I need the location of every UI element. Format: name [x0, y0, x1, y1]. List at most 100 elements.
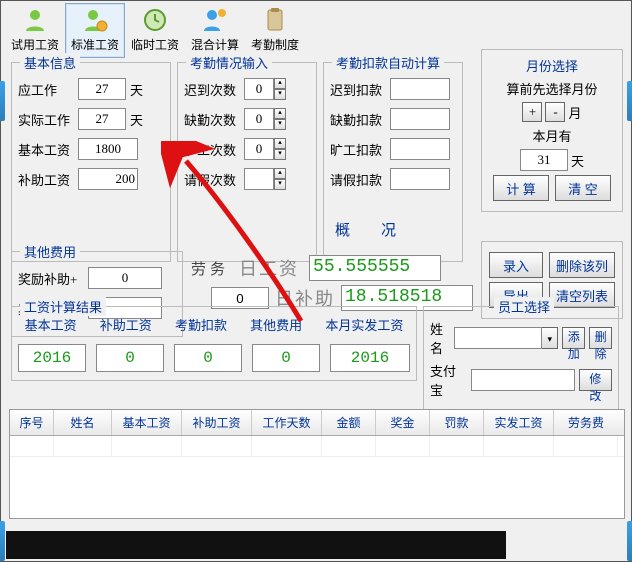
col-index[interactable]: 序号 [10, 410, 54, 435]
res-h-net: 本月实发工资 [325, 315, 403, 334]
bonus-input[interactable] [88, 267, 162, 289]
chevron-down-icon[interactable]: ▾ [542, 327, 558, 349]
grid-body[interactable] [10, 436, 624, 519]
skip-count-input[interactable] [244, 138, 274, 160]
auto-deduct-legend: 考勤扣款自动计算 [332, 53, 444, 72]
daily-salary-value: 55.555555 [309, 255, 441, 281]
late-deduct-label: 迟到扣款 [330, 80, 386, 99]
col-name[interactable]: 姓名 [54, 410, 112, 435]
col-subsidy[interactable]: 补助工资 [182, 410, 252, 435]
absent-deduct-label: 缺勤扣款 [330, 110, 386, 129]
col-days[interactable]: 工作天数 [252, 410, 322, 435]
basic-info-legend: 基本信息 [20, 53, 80, 72]
tool-standard-salary[interactable]: 标准工资 [65, 3, 125, 58]
unit-day: 天 [130, 80, 146, 99]
spin-down[interactable]: ▾ [274, 149, 286, 160]
skip-deduct-label: 旷工扣款 [330, 140, 386, 159]
tool-trial-salary[interactable]: 试用工资 [5, 3, 65, 58]
clear-button[interactable]: 清 空 [555, 175, 611, 201]
late-count-input[interactable] [244, 78, 274, 100]
skip-count-label: 旷工次数 [184, 140, 240, 159]
clipboard-icon [261, 6, 289, 34]
clear-list-button[interactable]: 清空列表 [549, 282, 615, 308]
spin-up[interactable]: ▴ [274, 108, 286, 119]
daily-salary-label: 日工资 [239, 255, 299, 281]
bonus-label: 奖励补助+ [18, 269, 84, 288]
employee-group: 员工选择 姓名 ▾ 添加 删除 支付宝 修改 [423, 306, 619, 412]
spin-down[interactable]: ▾ [274, 119, 286, 130]
res-v-base: 2016 [18, 344, 86, 372]
person-icon [21, 6, 49, 34]
attendance-input-group: 考勤情况输入 迟到次数 ▴▾ 缺勤次数 ▴▾ 旷工次数 ▴▾ [177, 62, 317, 262]
emp-del-button[interactable]: 删除 [589, 327, 612, 349]
absent-count-input[interactable] [244, 108, 274, 130]
table-row[interactable] [10, 436, 624, 457]
actual-work-input[interactable] [78, 108, 126, 130]
employee-legend: 员工选择 [494, 297, 554, 316]
spin-up[interactable]: ▴ [274, 78, 286, 89]
tool-attendance-rules[interactable]: 考勤制度 [245, 3, 305, 58]
person-calc-icon [201, 6, 229, 34]
leave-deduct-label: 请假扣款 [330, 170, 386, 189]
month-panel: 月份选择 算前先选择月份 + - 月 本月有 天 计 算 清 空 [481, 49, 623, 212]
res-v-deduct: 0 [174, 344, 242, 372]
col-bonus[interactable]: 奖金 [376, 410, 430, 435]
col-amount[interactable]: 金额 [322, 410, 376, 435]
res-h-other: 其他费用 [250, 315, 302, 334]
month-unit: 月 [568, 103, 581, 122]
skip-deduct-input[interactable] [390, 138, 450, 160]
month-has-label: 本月有 [486, 126, 618, 145]
emp-add-button[interactable]: 添加 [562, 327, 585, 349]
col-labour[interactable]: 劳务费 [554, 410, 618, 435]
spin-up[interactable]: ▴ [274, 168, 286, 179]
grid-header: 序号 姓名 基本工资 补助工资 工作天数 金额 奖金 罚款 实发工资 劳务费 [10, 410, 624, 436]
col-base[interactable]: 基本工资 [112, 410, 182, 435]
result-grid[interactable]: 序号 姓名 基本工资 补助工资 工作天数 金额 奖金 罚款 实发工资 劳务费 [9, 409, 625, 519]
unit-day: 天 [571, 151, 584, 170]
leave-count-input[interactable] [244, 168, 274, 190]
spin-up[interactable]: ▴ [274, 138, 286, 149]
res-h-subsidy: 补助工资 [100, 315, 152, 334]
delete-col-button[interactable]: 删除该列 [549, 252, 615, 278]
late-deduct-input[interactable] [390, 78, 450, 100]
clock-icon [141, 6, 169, 34]
emp-alipay-label: 支付宝 [430, 361, 467, 399]
subsidy-label: 补助工资 [18, 170, 74, 189]
leave-count-label: 请假次数 [184, 170, 240, 189]
unit-day: 天 [130, 110, 146, 129]
tool-temp-salary[interactable]: 临时工资 [125, 3, 185, 58]
col-fine[interactable]: 罚款 [430, 410, 484, 435]
actual-work-label: 实际工作 [18, 110, 74, 129]
calc-button[interactable]: 计 算 [493, 175, 549, 201]
subsidy-input[interactable] [78, 168, 138, 190]
res-v-subsidy: 0 [96, 344, 164, 372]
month-title: 月份选择 [486, 56, 618, 75]
spin-down[interactable]: ▾ [274, 89, 286, 100]
late-count-label: 迟到次数 [184, 80, 240, 99]
month-days-input[interactable] [520, 149, 568, 171]
tool-mixed-calc[interactable]: 混合计算 [185, 3, 245, 58]
base-salary-label: 基本工资 [18, 140, 74, 159]
labour-group: 劳务 日工资 55.555555 日补助 18.518518 [191, 255, 473, 311]
res-v-other: 0 [252, 344, 320, 372]
res-h-base: 基本工资 [25, 315, 77, 334]
emp-name-combo[interactable] [454, 327, 542, 349]
base-salary-input[interactable] [78, 138, 138, 160]
leave-deduct-input[interactable] [390, 168, 450, 190]
other-fee-legend: 其他费用 [20, 242, 80, 261]
emp-edit-button[interactable]: 修改 [579, 369, 612, 391]
should-work-label: 应工作 [18, 80, 74, 99]
should-work-input[interactable] [78, 78, 126, 100]
col-net[interactable]: 实发工资 [484, 410, 554, 435]
emp-alipay-input[interactable] [471, 369, 575, 391]
absent-deduct-input[interactable] [390, 108, 450, 130]
overview-label: 概 况 [335, 219, 404, 240]
attendance-input-legend: 考勤情况输入 [186, 53, 272, 72]
bottom-bar [6, 531, 506, 559]
month-plus-button[interactable]: + [522, 102, 542, 122]
month-sub: 算前先选择月份 [486, 79, 618, 98]
import-button[interactable]: 录入 [489, 252, 543, 278]
person-gear-icon [81, 6, 109, 34]
month-minus-button[interactable]: - [545, 102, 565, 122]
spin-down[interactable]: ▾ [274, 179, 286, 190]
